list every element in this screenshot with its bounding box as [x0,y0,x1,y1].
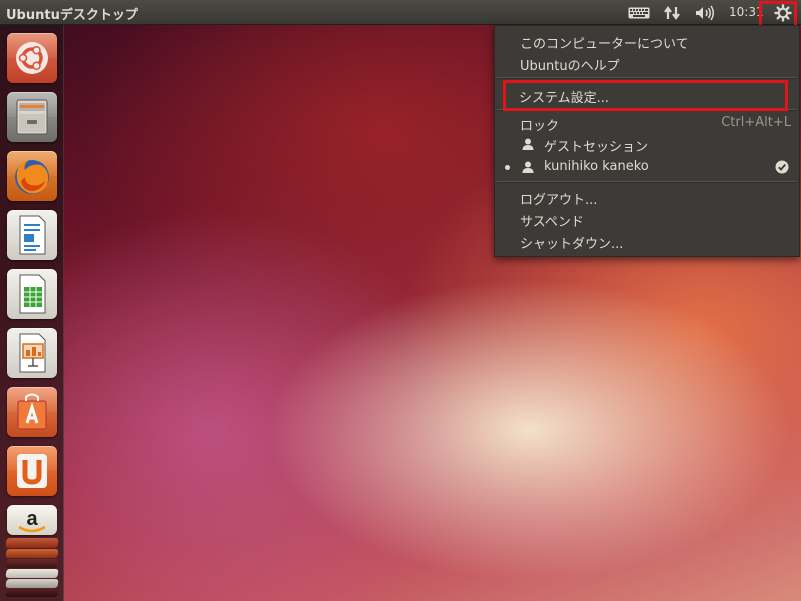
menu-item-lock[interactable]: ロック Ctrl+Alt+L [495,112,799,134]
launcher-dash-home[interactable] [7,33,57,83]
menu-item-shutdown[interactable]: シャットダウン... [495,230,799,252]
launcher-files[interactable] [7,92,57,142]
menu-item-label: このコンピューターについて [520,37,689,52]
amazon-icon: a [18,508,46,533]
menu-item-suspend[interactable]: サスペンド [495,208,799,230]
keyboard-icon[interactable] [627,3,651,22]
menu-item-user-kunihiko[interactable]: kunihiko kaneko [495,156,799,178]
gear-icon[interactable] [770,3,796,22]
person-icon [522,161,534,173]
launcher-stacked-tile[interactable] [5,589,59,597]
window-title: Ubuntuデスクトップ [6,8,138,23]
clock[interactable]: 10:31 [729,5,763,19]
menu-item-label: システム設定... [519,91,610,106]
shopping-bag-icon [17,393,47,430]
menu-item-label: Ubuntuのヘルプ [520,59,620,74]
desktop: Ubuntuデスクトップ 10:31 a このコンピューターについて Ubunt… [0,0,801,601]
menu-item-label: ロック [520,119,560,134]
check-icon [775,160,789,174]
top-panel: Ubuntuデスクトップ 10:31 [0,0,801,25]
launcher-amazon[interactable]: a [7,505,57,535]
launcher-ubuntu-one[interactable] [7,446,57,496]
launcher-firefox[interactable] [7,151,57,201]
menu-item-label: シャットダウン... [520,237,624,252]
launcher-stacked-tile[interactable] [5,549,59,558]
launcher-writer[interactable] [7,210,57,260]
network-icon[interactable] [662,3,682,22]
launcher-stacked-tile[interactable] [5,579,59,588]
menu-item-about-computer[interactable]: このコンピューターについて [495,30,799,52]
launcher-impress[interactable] [7,328,57,378]
system-menu: このコンピューターについて Ubuntuのヘルプ システム設定... ロック C… [494,25,800,257]
launcher-stacked-tile[interactable] [5,569,59,578]
volume-icon[interactable] [694,3,716,22]
writer-document-icon [19,215,46,255]
impress-presentation-icon [19,333,46,373]
menu-item-label: ログアウト... [520,193,598,208]
launcher-stacked-tile[interactable] [5,559,59,568]
menu-separator [497,181,797,183]
launcher-software-center[interactable] [7,387,57,437]
firefox-icon [15,160,49,194]
file-cabinet-icon [16,99,48,135]
launcher-calc[interactable] [7,269,57,319]
person-icon [522,138,534,150]
menu-item-guest-session[interactable]: ゲストセッション [495,133,799,155]
menu-item-label: ゲストセッション [544,140,649,155]
menu-item-label: kunihiko kaneko [544,159,649,174]
menu-item-system-settings[interactable]: システム設定... [495,84,799,106]
ubuntu-one-icon [17,454,47,488]
menu-item-label: サスペンド [520,215,584,230]
active-bullet-icon [505,165,510,170]
ubuntu-logo-icon [16,42,48,74]
menu-separator [497,77,797,79]
launcher-stacked-tile[interactable] [5,538,59,548]
menu-item-shortcut: Ctrl+Alt+L [721,115,791,130]
menu-item-ubuntu-help[interactable]: Ubuntuのヘルプ [495,52,799,74]
menu-separator [497,109,797,111]
menu-item-logout[interactable]: ログアウト... [495,186,799,208]
calc-spreadsheet-icon [19,274,46,314]
launcher: a [0,25,64,601]
svg-text:a: a [26,508,38,530]
